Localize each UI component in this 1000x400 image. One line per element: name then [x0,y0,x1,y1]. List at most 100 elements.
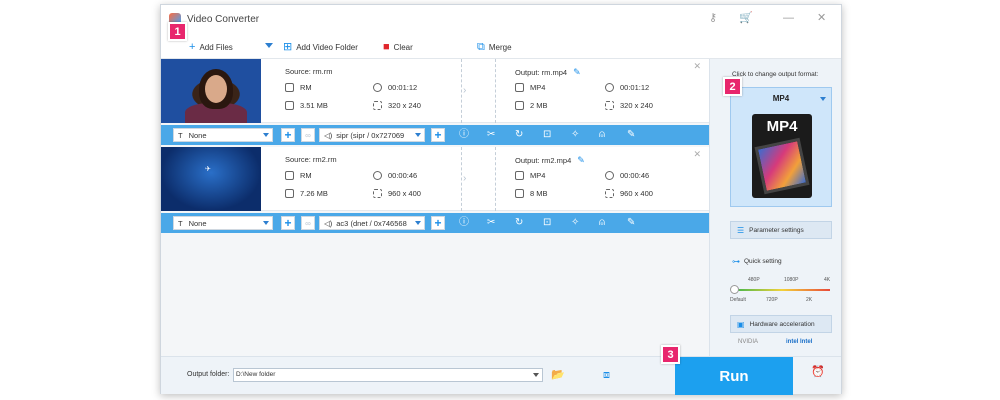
text-icon: T [178,130,183,140]
output-size: 8 MB [515,189,548,198]
output-format-selector[interactable]: MP4 MP4 [730,87,832,207]
preview-folder-icon[interactable]: ⧈ [603,370,610,381]
scissors-icon[interactable]: ✂ [487,129,495,141]
video-thumbnail[interactable]: ✈ [161,147,261,211]
edit-pen-icon[interactable]: ✎ [627,129,635,141]
add-files-button[interactable]: + Add Files [189,40,233,54]
edit-pen-icon[interactable]: ✎ [577,155,585,165]
tick-480p: 480P [748,277,760,283]
chevron-down-icon[interactable] [533,373,539,377]
resolution-icon [605,101,614,110]
toolbar: + Add Files ⊞ Add Video Folder ■ Clear ⧉… [161,35,841,59]
audio-track-select[interactable]: ◁) sipr (sipr / 0x727069 [319,128,425,142]
merge-button[interactable]: ⧉ Merge [477,40,512,54]
subtitle-select[interactable]: T None [173,128,273,142]
title-bar: Video Converter ⚷ 🛒 — ✕ [161,5,841,35]
output-format-panel: Click to change output format: MP4 MP4 ☰… [709,59,841,356]
chevron-down-icon [263,221,269,225]
film-reel-graphic [754,137,810,195]
watermark-stamp-icon[interactable]: ⍝ [599,217,605,229]
step-badge-2: 2 [723,77,742,96]
output-label[interactable]: Output: rm2.mp4 ✎ [515,155,585,166]
output-label[interactable]: Output: rm.mp4 ✎ [515,67,581,78]
hardware-acceleration-label: Hardware acceleration [749,320,815,328]
crop-icon[interactable]: ⊡ [543,217,551,229]
minimize-button[interactable]: — [783,11,794,25]
folder-plus-icon: ⊞ [283,40,293,53]
edit-pen-icon[interactable]: ✎ [573,67,581,77]
output-size-value: 2 MB [530,101,548,110]
speaker-icon: ◁) [324,218,333,228]
clock-icon [373,171,382,180]
watermark-stamp-icon[interactable]: ⍝ [599,129,605,141]
output-folder-input[interactable]: D:\New folder [233,368,543,382]
quality-slider-handle[interactable] [730,285,739,294]
intel-badge: intel Intel [786,339,813,345]
video-thumbnail[interactable] [161,59,261,123]
link-icon[interactable]: ∞ [301,128,315,142]
audio-track-select[interactable]: ◁) ac3 (dnet / 0x746568 [319,216,425,230]
add-video-folder-button[interactable]: ⊞ Add Video Folder [283,40,358,54]
source-size-value: 7.26 MB [300,189,328,198]
format-icon [285,83,294,92]
effects-wand-icon[interactable]: ✧ [571,217,579,229]
source-format-value: RM [300,171,312,180]
speaker-icon: ◁) [324,130,333,140]
settings-sliders-icon: ☰ [737,225,745,235]
source-format: RM [285,83,312,92]
format-icon [515,171,524,180]
chevron-down-icon [820,97,826,101]
quality-slider-track[interactable] [734,289,830,291]
tick-1080p: 1080P [784,277,799,283]
open-folder-icon[interactable]: 📂 [551,370,565,381]
edit-pen-icon[interactable]: ✎ [627,217,635,229]
output-format-name: MP4 [772,94,790,103]
merge-label: Merge [488,42,512,52]
source-size-value: 3.51 MB [300,101,328,110]
add-subtitle-button[interactable]: + [281,128,295,142]
parameter-settings-button[interactable]: ☰ Parameter settings [730,221,832,239]
add-audio-button[interactable]: + [431,216,445,230]
divider [461,147,462,211]
subtitle-select[interactable]: T None [173,216,273,230]
parameter-settings-label: Parameter settings [749,226,804,234]
clear-button[interactable]: ■ Clear [383,40,413,54]
clock-icon [605,83,614,92]
file-card[interactable]: Source: rm.rm RM 00:01:12 3.51 MB 320 x … [161,59,709,123]
bottom-bar: Output folder: D:\New folder 📂 ⧈ Run ⏰ [161,356,841,395]
output-format-value: MP4 [530,83,546,92]
run-button[interactable]: Run [675,357,793,395]
remove-file-icon[interactable]: ✕ [693,149,701,160]
info-icon[interactable]: ⓘ [459,129,469,141]
subtitle-value: None [188,218,207,228]
scissors-icon[interactable]: ✂ [487,217,495,229]
step-badge-3: 3 [661,345,680,364]
rotate-icon[interactable]: ↻ [515,217,523,229]
cart-icon[interactable]: 🛒 [739,11,753,25]
format-hint: Click to change output format: [732,71,819,78]
output-size: 2 MB [515,101,548,110]
source-size: 7.26 MB [285,189,328,198]
add-files-label: Add Files [199,42,233,52]
file-edit-bar: T None + ∞ ◁) ac3 (dnet / 0x746568 + ⓘ ✂… [161,213,709,233]
crop-icon[interactable]: ⊡ [543,129,551,141]
remove-file-icon[interactable]: ✕ [693,61,701,72]
hardware-acceleration-button[interactable]: ▣ Hardware acceleration [730,315,832,333]
add-audio-button[interactable]: + [431,128,445,142]
key-icon[interactable]: ⚷ [709,11,717,25]
output-resolution-value: 320 x 240 [620,101,653,110]
output-duration-value: 00:01:12 [620,83,650,92]
rotate-icon[interactable]: ↻ [515,129,523,141]
video-converter-window: Video Converter ⚷ 🛒 — ✕ + Add Files ⊞ Ad… [160,4,842,395]
add-subtitle-button[interactable]: + [281,216,295,230]
file-card[interactable]: ✈ Source: rm2.rm RM 00:00:46 7.26 MB 960… [161,147,709,211]
add-files-dropdown-icon[interactable] [265,43,273,48]
text-icon: T [178,218,183,228]
alarm-clock-icon[interactable]: ⏰ [811,367,825,378]
resolution-icon [373,189,382,198]
effects-wand-icon[interactable]: ✧ [571,129,579,141]
info-icon[interactable]: ⓘ [459,217,469,229]
link-icon[interactable]: ∞ [301,216,315,230]
close-button[interactable]: ✕ [817,11,826,25]
output-folder-label: Output folder: [187,371,230,378]
